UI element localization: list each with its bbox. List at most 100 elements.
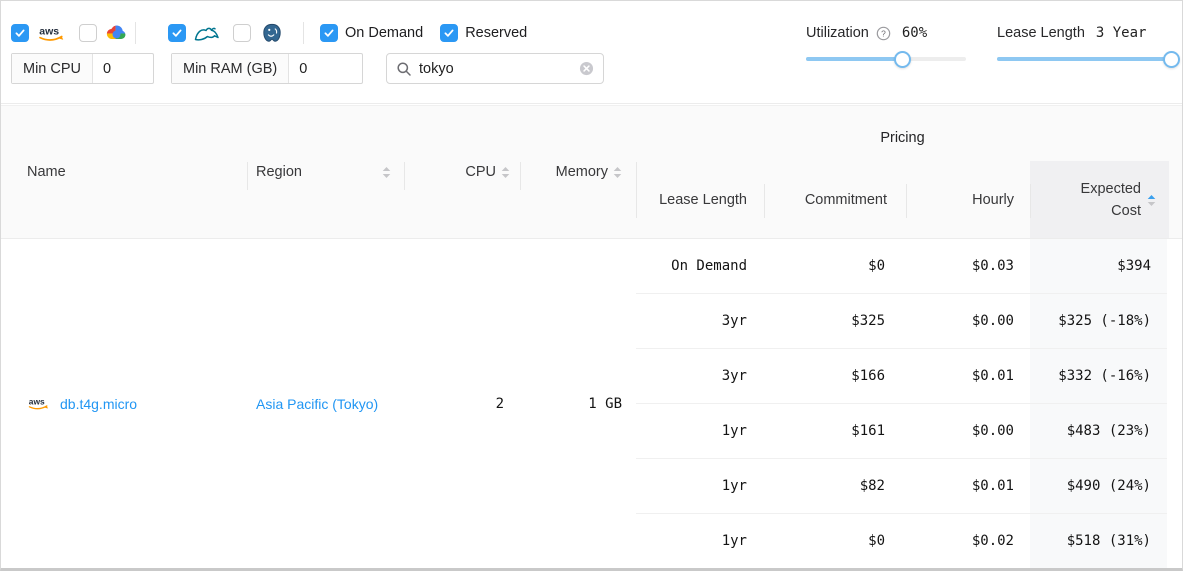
utilization-slider-group: Utilization ? 60% [806,23,966,61]
header-divider [520,162,521,190]
min-ram-input[interactable] [289,54,341,83]
pricing-row-1yr: 1yr $0 $0.02 $518 (31%) [636,513,1167,568]
header-divider [1030,184,1031,218]
svg-text:aws: aws [29,396,45,406]
pricing-expected-cost: $483 (23%) [1030,404,1167,458]
min-cpu-input[interactable] [93,54,145,83]
pricing-group-header: Pricing [636,130,1169,146]
lease-length-label-row: Lease Length 3 Year [997,23,1171,43]
svg-text:?: ? [881,28,886,38]
column-header-name: Name [27,106,66,238]
pricing-commitment: $0 [764,239,906,293]
table-header: Pricing Name Region CPU Memory Lease Len… [1,105,1182,238]
min-cpu-control: Min CPU [11,53,154,84]
column-header-memory[interactable]: Memory [520,106,636,238]
pricing-lease-length: 1yr [636,514,764,568]
gcp-filter-checkbox[interactable] [79,24,97,42]
instance-name-cell: aws db.t4g.micro [27,239,137,568]
sort-icon [613,166,622,179]
reserved-checkbox[interactable] [440,24,458,42]
mysql-logo-icon [193,24,221,43]
utilization-slider-thumb[interactable] [894,51,911,68]
clear-search-icon[interactable] [579,61,594,76]
lease-length-value: 3 Year [1096,25,1147,41]
utilization-label: Utilization [806,25,869,41]
header-divider [764,184,765,218]
pricing-expected-cost: $490 (24%) [1030,459,1167,513]
pricing-lease-length: 1yr [636,459,764,513]
min-cpu-label: Min CPU [12,54,93,83]
min-ram-label: Min RAM (GB) [172,54,289,83]
utilization-slider[interactable] [806,57,966,61]
pricing-lease-length: 1yr [636,404,764,458]
filter-divider [303,22,304,44]
filter-divider [135,22,136,44]
svg-text:aws: aws [39,25,59,37]
header-divider [404,162,405,190]
column-header-memory-label: Memory [556,164,608,180]
aws-filter-checkbox[interactable] [11,24,29,42]
pricing-expected-cost: $332 (-16%) [1030,349,1167,403]
column-header-lease-length[interactable]: Lease Length [636,161,764,239]
sort-asc-active-icon [1147,194,1156,207]
pricing-expected-cost: $394 [1030,239,1167,293]
column-header-commitment[interactable]: Commitment [764,161,906,239]
column-header-expected-cost[interactable]: Expected Cost [1030,161,1169,239]
on-demand-checkbox[interactable] [320,24,338,42]
slider-fill [806,57,902,61]
search-icon [396,61,412,77]
column-header-hourly[interactable]: Hourly [906,161,1030,239]
slider-fill [997,57,1171,61]
pricing-hourly: $0.00 [906,294,1030,348]
reserved-label: Reserved [465,25,527,41]
header-divider [636,184,637,218]
checkmark-icon [443,27,455,39]
header-divider [247,162,248,190]
lease-length-slider-group: Lease Length 3 Year [997,23,1171,61]
instance-name-link[interactable]: db.t4g.micro [60,396,137,412]
aws-provider-icon: aws [27,395,51,412]
pricing-hourly: $0.02 [906,514,1030,568]
header-divider [906,184,907,218]
filter-toolbar: aws [1,1,1182,104]
pricing-commitment: $325 [764,294,906,348]
min-ram-control: Min RAM (GB) [171,53,363,84]
instance-cpu-cell: 2 [404,239,520,568]
column-header-cpu-label: CPU [465,164,496,180]
pricing-commitment: $82 [764,459,906,513]
pricing-row-3yr: 3yr $325 $0.00 $325 (-18%) [636,293,1167,348]
column-header-region-label: Region [256,164,302,180]
search-input[interactable] [419,61,572,77]
pricing-hourly: $0.03 [906,239,1030,293]
column-header-cpu[interactable]: CPU [404,106,520,238]
postgresql-logo-icon [261,23,283,44]
instance-region-link[interactable]: Asia Pacific (Tokyo) [256,396,378,412]
column-header-region[interactable]: Region [247,106,404,238]
sort-icon [382,166,391,179]
numeric-filter-row: Min CPU Min RAM (GB) [11,53,604,84]
pricing-row-3yr: 3yr $166 $0.01 $332 (-16%) [636,348,1167,403]
instance-region-cell: Asia Pacific (Tokyo) [256,239,378,568]
pricing-row-1yr: 1yr $161 $0.00 $483 (23%) [636,403,1167,458]
utilization-label-row: Utilization ? 60% [806,23,966,43]
pricing-lease-length: On Demand [636,239,764,293]
checkmark-icon [323,27,335,39]
instance-memory-cell: 1 GB [520,239,636,568]
lease-length-slider[interactable] [997,57,1171,61]
pricing-expected-cost: $325 (-18%) [1030,294,1167,348]
mysql-filter-checkbox[interactable] [168,24,186,42]
help-icon[interactable]: ? [876,26,891,41]
search-box [386,53,604,84]
aws-logo-icon: aws [37,23,67,44]
on-demand-label: On Demand [345,25,423,41]
pricing-lease-length: 3yr [636,294,764,348]
pricing-commitment: $166 [764,349,906,403]
pricing-rows: On Demand $0 $0.03 $394 3yr $325 $0.00 $… [636,239,1167,568]
postgresql-filter-checkbox[interactable] [233,24,251,42]
lease-length-slider-thumb[interactable] [1163,51,1180,68]
provider-filter-row: aws [11,22,527,44]
pricing-expected-cost: $518 (31%) [1030,514,1167,568]
pricing-hourly: $0.00 [906,404,1030,458]
pricing-lease-length: 3yr [636,349,764,403]
checkmark-icon [14,27,26,39]
